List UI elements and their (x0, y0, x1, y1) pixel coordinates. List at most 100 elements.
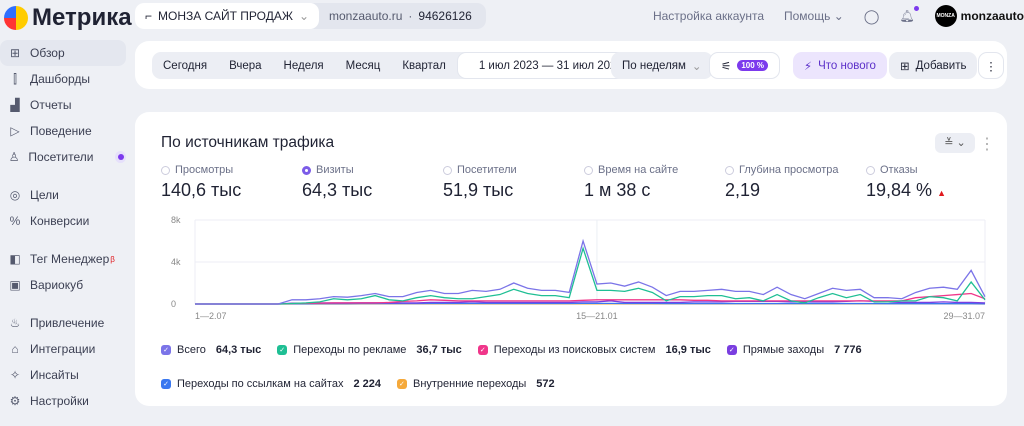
period-selector: Сегодня Вчера Неделя Месяц Квартал 1 июл… (152, 52, 685, 79)
legend-item[interactable]: ✓ Переходы из поисковых систем 16,9 тыс (477, 344, 711, 356)
sidebar-item-label: Интеграции (30, 342, 96, 356)
sidebar-item-3[interactable]: ▷ Поведение (0, 118, 126, 144)
checkbox-checked-icon[interactable]: ✓ (477, 345, 488, 355)
sidebar-item-11[interactable]: ✧ Инсайты (0, 362, 126, 388)
metric-radio[interactable] (725, 165, 734, 175)
tag-manager-icon: ◧ (9, 252, 21, 266)
metric-label: Посетители (457, 164, 517, 176)
more-vertical-icon: ⋮ (985, 60, 997, 73)
metric-value: 51,9 тыс (443, 180, 514, 200)
metric-1[interactable]: Визиты 64,3 тыс (302, 164, 443, 201)
gear-icon: ⚙ (9, 394, 21, 408)
top-bar: Метрика ⌐ МОНЗА САЙТ ПРОДАЖ ⌄ monzaauto.ru… (0, 0, 1024, 34)
add-button[interactable]: ⊞ Добавить (889, 52, 978, 79)
x-tick-label: 29—31.07 (943, 311, 985, 320)
metric-label: Просмотры (175, 164, 234, 176)
checkbox-checked-icon[interactable]: ✓ (726, 345, 737, 355)
legend-item[interactable]: ✓ Прямые заходы 7 776 (726, 344, 862, 356)
site-domain: monzaauto.ru (329, 9, 403, 23)
sidebar-item-9[interactable]: ♨ Привлечение (0, 310, 126, 336)
sidebar-item-label: Цели (30, 188, 59, 202)
line-chart: 0 4k 8k 1—2.07 15—21.01 29—31.07 (171, 215, 986, 320)
add-widget-icon: ⊞ (900, 60, 910, 73)
sidebar-item-label: Настройки (30, 394, 89, 408)
legend-label: Переходы из поисковых систем (493, 344, 656, 356)
account-menu[interactable]: MONZA monzaauto (934, 5, 1024, 27)
chat-icon[interactable]: ◯ (864, 8, 880, 25)
sidebar-item-10[interactable]: ⌂ Интеграции (0, 336, 126, 362)
metric-radio[interactable] (302, 165, 311, 175)
y-tick-label: 0 (171, 299, 176, 309)
metric-3[interactable]: Время на сайте 1 м 38 с (584, 164, 725, 201)
metric-label: Отказы (880, 164, 918, 176)
metric-value: 140,6 тыс (161, 180, 242, 200)
checkbox-checked-icon[interactable]: ✓ (161, 345, 171, 355)
period-yesterday[interactable]: Вчера (218, 60, 272, 72)
chart-type-select[interactable]: ≚ ⌄ (935, 133, 975, 153)
grouping-select[interactable]: По неделям ⌄ (611, 52, 713, 79)
legend-label: Всего (177, 344, 206, 356)
sidebar-item-label: Тег Менеджер (30, 252, 110, 266)
new-dot-icon (115, 151, 126, 163)
sidebar-item-12[interactable]: ⚙ Настройки (0, 388, 126, 414)
help-menu[interactable]: Помощь ⌄ (784, 9, 844, 23)
period-quarter[interactable]: Квартал (391, 60, 456, 72)
sampling-badge: 100 % (737, 60, 768, 71)
metric-radio[interactable] (866, 165, 875, 175)
metric-0[interactable]: Просмотры 140,6 тыс (161, 164, 302, 201)
checkbox-checked-icon[interactable]: ✓ (277, 345, 288, 355)
checkbox-checked-icon[interactable]: ✓ (396, 379, 407, 389)
sidebar-item-8[interactable]: ▣ Вариокуб (0, 272, 126, 298)
legend-item[interactable]: ✓ Всего 64,3 тыс (161, 344, 261, 356)
sidebar-item-1[interactable]: ⫿ Дашборды (0, 66, 126, 92)
legend-total: 572 (536, 378, 555, 390)
period-today[interactable]: Сегодня (152, 60, 218, 72)
legend-item[interactable]: ✓ Внутренние переходы 572 (396, 378, 555, 390)
metric-radio[interactable] (443, 165, 452, 175)
account-settings-link[interactable]: Настройка аккаунта (653, 9, 764, 23)
series-line (195, 238, 986, 305)
sidebar-item-6[interactable]: % Конверсии (0, 208, 126, 234)
metric-5[interactable]: Отказы 19,84 % ▲ (866, 164, 1007, 201)
metric-value: 1 м 38 с (584, 180, 651, 200)
traffic-sources-widget: По источникам трафика ≚ ⌄ ⋮ Просмотры 140… (135, 112, 1007, 406)
checkbox-checked-icon[interactable]: ✓ (161, 379, 171, 389)
car-icon: ⌐ (145, 9, 153, 23)
sidebar-item-label: Отчеты (30, 98, 72, 112)
metric-radio[interactable] (161, 165, 170, 175)
sidebar-item-2[interactable]: ▟ Отчеты (0, 92, 126, 118)
period-week[interactable]: Неделя (273, 60, 335, 72)
legend-total: 2 224 (353, 378, 381, 390)
sampling-button[interactable]: ⚟ 100 % (709, 52, 780, 79)
period-month[interactable]: Месяц (335, 60, 392, 72)
date-range-text: 1 июл 2023 — 31 июл 2024 (478, 59, 623, 72)
metric-value: 64,3 тыс (302, 180, 373, 200)
sidebar-item-7[interactable]: ◧ Тег Менеджер β (0, 246, 126, 272)
sidebar-item-0[interactable]: ⊞ Обзор (0, 40, 126, 66)
sidebar-item-4[interactable]: ♙ Посетители (0, 144, 126, 170)
whats-new-button[interactable]: ⚡︎ Что нового (793, 52, 887, 79)
sidebar-item-5[interactable]: ◎ Цели (0, 182, 126, 208)
widget-more-icon[interactable]: ⋮ (979, 134, 995, 154)
legend-total: 64,3 тыс (215, 344, 262, 356)
logo[interactable]: Метрика (4, 4, 132, 32)
counter-id: 94626126 (418, 9, 472, 23)
sidebar-item-label: Конверсии (30, 214, 90, 228)
metric-2[interactable]: Посетители 51,9 тыс (443, 164, 584, 201)
grouping-value: По неделям (622, 59, 686, 72)
legend-item[interactable]: ✓ Переходы по ссылкам на сайтах 2 224 (161, 378, 381, 390)
metric-4[interactable]: Глубина просмотра 2,19 (725, 164, 866, 201)
counter-selector[interactable]: ⌐ МОНЗА САЙТ ПРОДАЖ ⌄ monzaauto.ru · 9462612… (135, 3, 486, 29)
sidebar-item-label: Инсайты (30, 368, 79, 382)
more-menu-button[interactable]: ⋮ (978, 52, 1004, 79)
y-tick-label: 4k (171, 257, 181, 267)
metric-radio[interactable] (584, 165, 593, 175)
legend-item[interactable]: ✓ Переходы по рекламе 36,7 тыс (277, 344, 462, 356)
sidebar-item-label: Обзор (30, 46, 65, 60)
chart-legend: ✓ Всего 64,3 тыс ✓ Переходы по рекламе 36,7 т… (161, 344, 921, 390)
bell-icon[interactable]: 🔔︎ (899, 6, 919, 23)
chevron-down-icon: ⌄ (691, 60, 702, 73)
lightning-icon: ⚡︎ (804, 60, 813, 73)
metric-value: 2,19 (725, 180, 761, 200)
fire-icon: ♨ (9, 316, 21, 330)
